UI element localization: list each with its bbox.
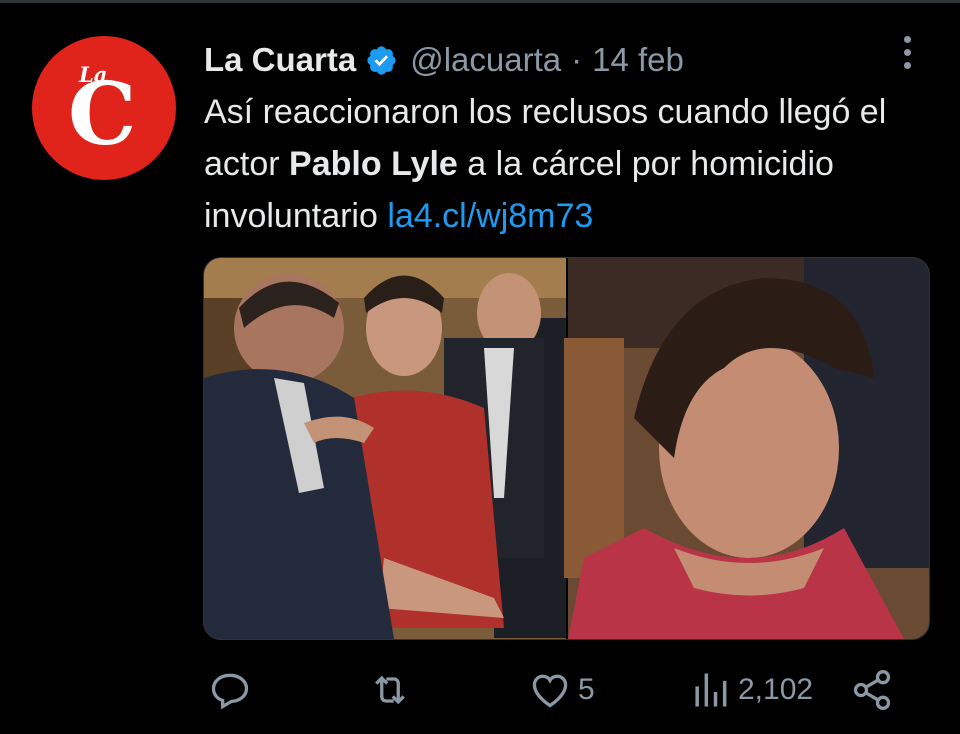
tweet-date[interactable]: 14 feb	[592, 41, 684, 79]
heart-icon	[532, 674, 568, 708]
author-name[interactable]: La Cuarta	[204, 41, 356, 79]
avatar-logo-big-letter: C	[68, 64, 137, 165]
photo-left[interactable]	[204, 258, 566, 639]
author-handle[interactable]: @lacuarta	[410, 41, 561, 79]
verified-badge-icon	[367, 45, 396, 75]
reply-icon	[211, 673, 249, 710]
top-divider	[0, 0, 960, 3]
header-separator: ·	[571, 41, 583, 78]
views-bar-icon	[695, 673, 727, 707]
tweet-header: La Cuarta @lacuarta · 14 feb	[204, 38, 684, 82]
views-count: 2,102	[738, 673, 814, 706]
media-photos	[204, 258, 929, 639]
like-count: 5	[578, 673, 595, 706]
tweet-text: Así reaccionaron los reclusos cuando lle…	[204, 86, 924, 242]
tweet-media[interactable]	[203, 257, 930, 640]
reply-button[interactable]	[208, 660, 258, 720]
like-button[interactable]: 5	[528, 660, 595, 720]
avatar[interactable]: La C	[32, 36, 176, 180]
tweet-actions: 5 2,102	[0, 660, 960, 720]
share-icon	[853, 670, 891, 710]
tweet-text-bold: Pablo Lyle	[289, 145, 458, 183]
retweet-button[interactable]	[368, 660, 418, 720]
share-button[interactable]	[850, 660, 894, 720]
tweet-link[interactable]: la4.cl/wj8m73	[387, 197, 593, 235]
retweet-icon	[375, 675, 405, 705]
more-vertical-icon[interactable]	[898, 36, 916, 72]
views-button[interactable]: 2,102	[688, 660, 813, 720]
photo-right[interactable]	[564, 258, 929, 639]
